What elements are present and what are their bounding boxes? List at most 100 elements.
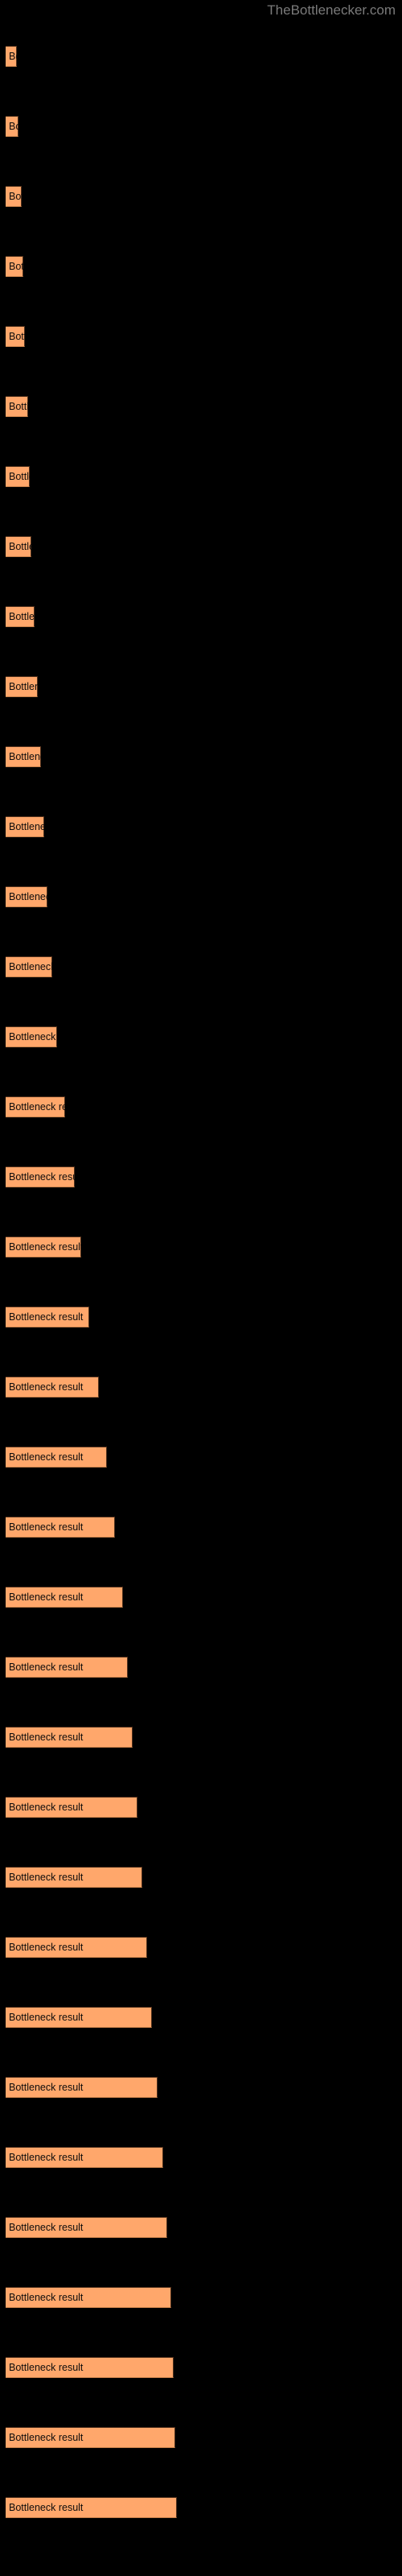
bar-label: Bottleneck result bbox=[9, 540, 31, 552]
bar-label: Bottleneck result bbox=[9, 1451, 84, 1463]
bar-clip: Bottleneck result bbox=[6, 1166, 75, 1187]
bar[interactable]: Bottleneck result bbox=[6, 186, 22, 207]
bar-label: Bottleneck result bbox=[9, 1801, 84, 1813]
bar-row: Bottleneck result bbox=[0, 1447, 402, 1468]
bar-clip: Bottleneck result bbox=[6, 2427, 175, 2448]
bar-row: Bottleneck result bbox=[0, 2357, 402, 2378]
bar-clip: Bottleneck result bbox=[6, 2007, 152, 2028]
bar-label: Bottleneck result bbox=[9, 750, 41, 762]
bar-label: Bottleneck result bbox=[9, 2081, 84, 2093]
bar[interactable]: Bottleneck result bbox=[6, 2217, 167, 2238]
bar[interactable]: Bottleneck result bbox=[6, 1166, 75, 1187]
bar-row: Bottleneck result bbox=[0, 1517, 402, 1538]
bar-row: Bottleneck result bbox=[0, 1236, 402, 1257]
bar[interactable]: Bottleneck result bbox=[6, 326, 25, 347]
bar-clip: Bottleneck result bbox=[6, 466, 30, 487]
bar[interactable]: Bottleneck result bbox=[6, 1026, 57, 1047]
bar[interactable]: Bottleneck result bbox=[6, 1937, 147, 1958]
bar-label: Bottleneck result bbox=[9, 1170, 75, 1183]
bar-label: Bottleneck result bbox=[9, 1661, 84, 1673]
bar[interactable]: Bottleneck result bbox=[6, 606, 35, 627]
bar-clip: Bottleneck result bbox=[6, 1727, 133, 1748]
bar-label: Bottleneck result bbox=[9, 50, 17, 62]
bar-row: Bottleneck result bbox=[0, 536, 402, 557]
bar-clip: Bottleneck result bbox=[6, 1517, 115, 1538]
bar-row: Bottleneck result bbox=[0, 1937, 402, 1958]
bar[interactable]: Bottleneck result bbox=[6, 1236, 81, 1257]
bar-clip: Bottleneck result bbox=[6, 326, 25, 347]
bar-clip: Bottleneck result bbox=[6, 606, 35, 627]
bar-label: Bottleneck result bbox=[9, 330, 25, 342]
bar-clip: Bottleneck result bbox=[6, 536, 31, 557]
bar-clip: Bottleneck result bbox=[6, 2217, 167, 2238]
bar-row: Bottleneck result bbox=[0, 816, 402, 837]
bar-label: Bottleneck result bbox=[9, 960, 52, 972]
bar-clip: Bottleneck result bbox=[6, 2287, 171, 2308]
bar[interactable]: Bottleneck result bbox=[6, 816, 44, 837]
bar[interactable]: Bottleneck result bbox=[6, 2147, 163, 2168]
bar-row: Bottleneck result bbox=[0, 2287, 402, 2308]
bar[interactable]: Bottleneck result bbox=[6, 1797, 137, 1818]
bar-row: Bottleneck result bbox=[0, 606, 402, 627]
bar[interactable]: Bottleneck result bbox=[6, 1096, 65, 1117]
bar-row: Bottleneck result bbox=[0, 1307, 402, 1327]
bar-row: Bottleneck result bbox=[0, 116, 402, 137]
bar[interactable]: Bottleneck result bbox=[6, 2427, 175, 2448]
bar[interactable]: Bottleneck result bbox=[6, 1517, 115, 1538]
bar-row: Bottleneck result bbox=[0, 2497, 402, 2518]
bar[interactable]: Bottleneck result bbox=[6, 2287, 171, 2308]
bar-label: Bottleneck result bbox=[9, 2501, 84, 2513]
bar-row: Bottleneck result bbox=[0, 2217, 402, 2238]
bar-row: Bottleneck result bbox=[0, 1657, 402, 1678]
bar[interactable]: Bottleneck result bbox=[6, 1447, 107, 1468]
bar[interactable]: Bottleneck result bbox=[6, 466, 30, 487]
bar-clip: Bottleneck result bbox=[6, 2497, 177, 2518]
bar[interactable]: Bottleneck result bbox=[6, 396, 28, 417]
bar-clip: Bottleneck result bbox=[6, 1937, 147, 1958]
bar-clip: Bottleneck result bbox=[6, 1307, 89, 1327]
bar-label: Bottleneck result bbox=[9, 610, 35, 622]
bar[interactable]: Bottleneck result bbox=[6, 1867, 142, 1888]
bar[interactable]: Bottleneck result bbox=[6, 746, 41, 767]
bar[interactable]: Bottleneck result bbox=[6, 2357, 174, 2378]
bar-label: Bottleneck result bbox=[9, 820, 44, 832]
bar-clip: Bottleneck result bbox=[6, 676, 38, 697]
bar[interactable]: Bottleneck result bbox=[6, 886, 47, 907]
bar[interactable]: Bottleneck result bbox=[6, 2497, 177, 2518]
bar[interactable]: Bottleneck result bbox=[6, 536, 31, 557]
bar[interactable]: Bottleneck result bbox=[6, 1657, 128, 1678]
bar-label: Bottleneck result bbox=[9, 2221, 84, 2233]
bar-clip: Bottleneck result bbox=[6, 746, 41, 767]
bar[interactable]: Bottleneck result bbox=[6, 1377, 99, 1397]
bar[interactable]: Bottleneck result bbox=[6, 676, 38, 697]
bar-row: Bottleneck result bbox=[0, 1166, 402, 1187]
bar[interactable]: Bottleneck result bbox=[6, 2077, 158, 2098]
bar-clip: Bottleneck result bbox=[6, 816, 44, 837]
bar-label: Bottleneck result bbox=[9, 1521, 84, 1533]
horizontal-bar-chart: Bottleneck result Bottleneck result Bottle… bbox=[0, 21, 402, 2576]
bar-row: Bottleneck result bbox=[0, 466, 402, 487]
bar[interactable]: Bottleneck result bbox=[6, 1727, 133, 1748]
bar[interactable]: Bottleneck result bbox=[6, 1587, 123, 1608]
bar[interactable]: Bottleneck result bbox=[6, 2007, 152, 2028]
bar-label: Bottleneck result bbox=[9, 1100, 65, 1113]
site-title: TheBottlenecker.com bbox=[267, 2, 396, 18]
bar[interactable]: Bottleneck result bbox=[6, 116, 18, 137]
bar-label: Bottleneck result bbox=[9, 890, 47, 902]
bar-label: Bottleneck result bbox=[9, 470, 30, 482]
bar-clip: Bottleneck result bbox=[6, 46, 17, 67]
bar-label: Bottleneck result bbox=[9, 1871, 84, 1883]
bar-clip: Bottleneck result bbox=[6, 1867, 142, 1888]
bar-row: Bottleneck result bbox=[0, 1727, 402, 1748]
bar-row: Bottleneck result bbox=[0, 46, 402, 67]
bar[interactable]: Bottleneck result bbox=[6, 46, 17, 67]
bottleneck-chart-page: TheBottlenecker.com Bottleneck resultBot… bbox=[0, 0, 402, 2576]
bar-row: Bottleneck result bbox=[0, 396, 402, 417]
bar[interactable]: Bottleneck result bbox=[6, 956, 52, 977]
bar[interactable]: Bottleneck result bbox=[6, 1307, 89, 1327]
bar-clip: Bottleneck result bbox=[6, 1096, 65, 1117]
bar[interactable]: Bottleneck result bbox=[6, 256, 23, 277]
bar-label: Bottleneck result bbox=[9, 2431, 84, 2443]
bar-row: Bottleneck result bbox=[0, 2007, 402, 2028]
bar-clip: Bottleneck result bbox=[6, 886, 47, 907]
